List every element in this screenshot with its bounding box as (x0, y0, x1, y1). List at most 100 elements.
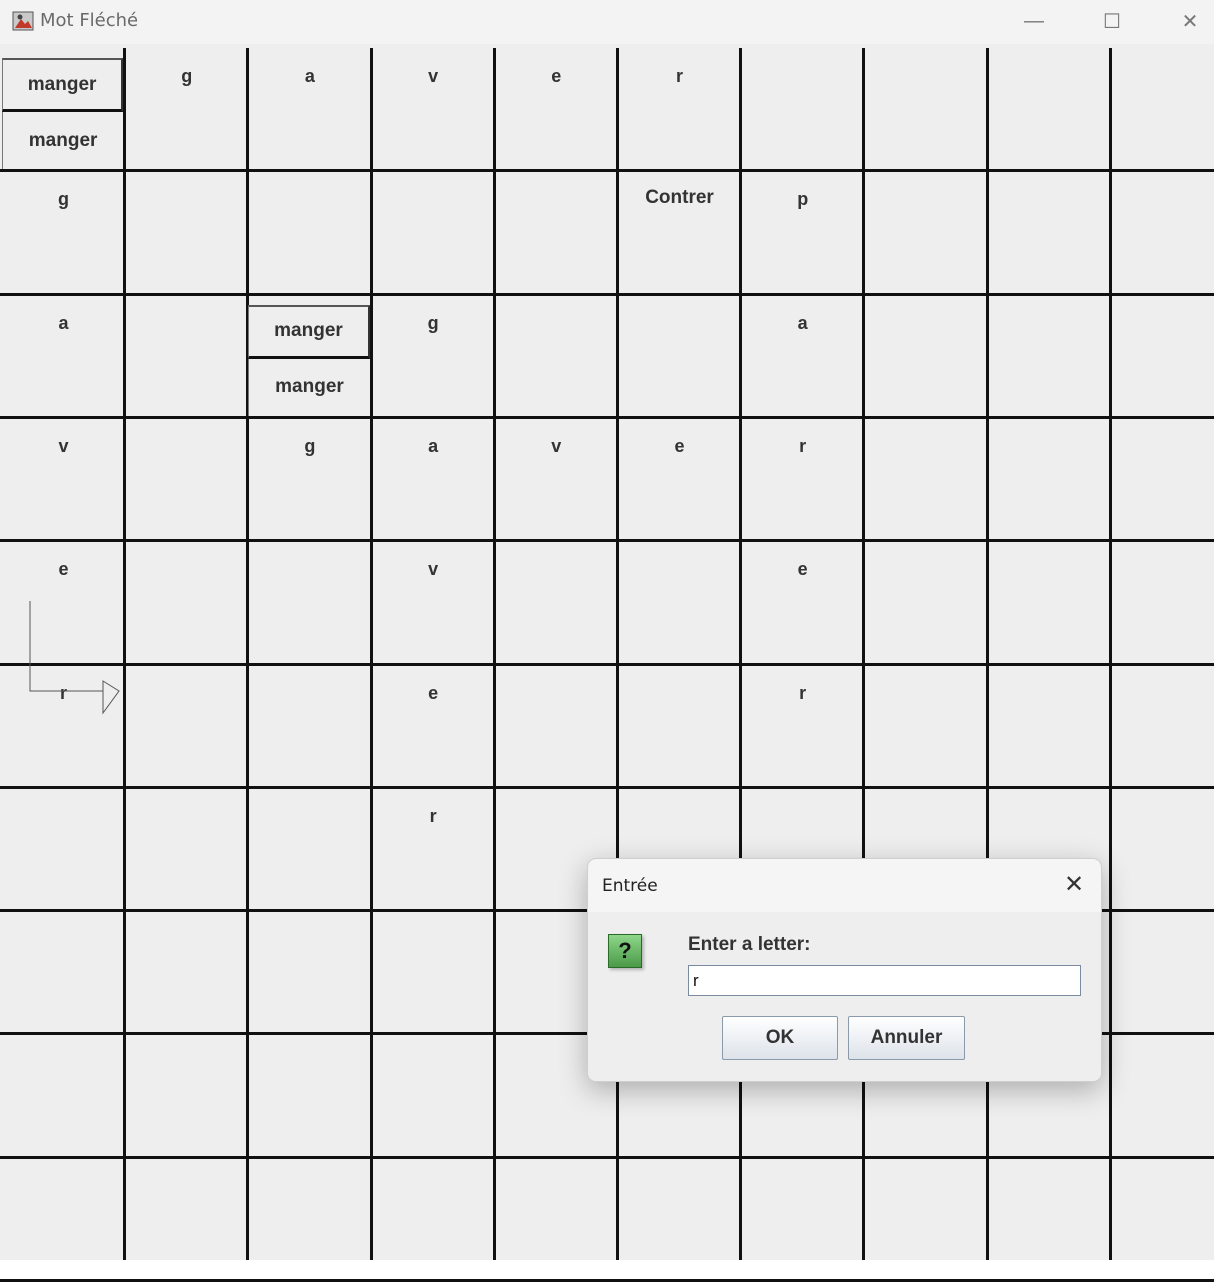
grid-cell[interactable] (248, 171, 371, 294)
grid-cell[interactable] (125, 171, 248, 294)
grid-cell[interactable] (618, 1158, 741, 1281)
grid-cell[interactable] (248, 1034, 371, 1157)
grid-cell[interactable] (248, 665, 371, 788)
dialog-close-icon[interactable]: ✕ (1059, 869, 1089, 899)
cell-letter: r (799, 682, 807, 703)
grid-cell[interactable] (864, 295, 987, 418)
grid-cell[interactable] (741, 48, 864, 171)
grid-cell[interactable] (864, 665, 987, 788)
grid-cell[interactable] (372, 1158, 495, 1281)
grid-cell[interactable] (495, 541, 618, 664)
grid-cell[interactable] (988, 541, 1111, 664)
grid-cell[interactable] (125, 911, 248, 1034)
grid-line (492, 48, 496, 1260)
grid-cell[interactable] (1111, 911, 1214, 1034)
cell-letter: g (304, 435, 316, 456)
grid-cell[interactable] (495, 171, 618, 294)
cell-letter: g (181, 66, 193, 86)
grid-cell[interactable] (125, 788, 248, 911)
grid-cell[interactable] (988, 665, 1111, 788)
dialog-title: Entrée (602, 876, 658, 896)
cell-letter: r (675, 66, 683, 86)
grid-cell[interactable] (248, 788, 371, 911)
cell-letter: e (797, 559, 808, 580)
cell-letter: v (428, 66, 439, 86)
grid-cell[interactable] (372, 911, 495, 1034)
grid-cell[interactable] (988, 48, 1111, 171)
close-icon[interactable]: ✕ (1170, 6, 1210, 36)
grid-line (0, 1155, 1214, 1159)
grid-cell[interactable] (248, 541, 371, 664)
grid-cell[interactable] (2, 788, 125, 911)
grid-cell[interactable] (1111, 1034, 1214, 1157)
grid-cell[interactable] (1111, 1158, 1214, 1281)
grid-cell[interactable] (988, 295, 1111, 418)
grid-cell[interactable] (988, 418, 1111, 541)
grid-cell[interactable] (2, 911, 125, 1034)
clue-box[interactable]: manger (2, 112, 124, 170)
grid-cell[interactable] (988, 1158, 1111, 1281)
grid-cell[interactable] (1111, 665, 1214, 788)
input-dialog: Entrée ✕ ? Enter a letter: OK Annuler (587, 858, 1102, 1082)
grid-line (246, 48, 250, 1260)
grid-cell[interactable] (1111, 541, 1214, 664)
grid-cell[interactable] (125, 418, 248, 541)
clue-box[interactable]: manger (248, 358, 370, 416)
grid-cell[interactable] (125, 295, 248, 418)
grid-cell[interactable] (864, 1158, 987, 1281)
cell-letter: e (674, 435, 685, 456)
clue-box[interactable]: manger (2, 58, 124, 112)
grid-cell[interactable] (618, 665, 741, 788)
grid-cell[interactable] (864, 541, 987, 664)
grid-cell[interactable] (1111, 418, 1214, 541)
clue-box[interactable]: manger (248, 304, 370, 359)
cancel-button[interactable]: Annuler (848, 1016, 965, 1060)
grid-cell[interactable] (2, 1034, 125, 1157)
clue-label[interactable]: Contrer (618, 187, 741, 209)
grid-cell[interactable] (1111, 171, 1214, 294)
clue-arrow-icon (29, 601, 120, 715)
grid-cell[interactable] (125, 541, 248, 664)
grid-line (0, 785, 1214, 789)
grid-cell[interactable] (125, 1158, 248, 1281)
grid-line (0, 292, 1214, 296)
grid-cell[interactable] (864, 171, 987, 294)
cell-letter: v (58, 435, 69, 456)
cell-letter: g (427, 312, 439, 333)
grid-cell[interactable] (618, 541, 741, 664)
grid-cell[interactable] (125, 665, 248, 788)
dialog-prompt: Enter a letter: (688, 934, 811, 955)
grid-cell[interactable] (864, 418, 987, 541)
minimize-icon[interactable]: — (1014, 6, 1054, 36)
window-title: Mot Fléché (40, 10, 139, 31)
letter-input[interactable] (688, 965, 1081, 996)
app-icon (12, 11, 34, 31)
grid-line (0, 169, 1214, 173)
grid-cell[interactable] (2, 1158, 125, 1281)
ok-button[interactable]: OK (722, 1016, 838, 1060)
grid-cell[interactable] (372, 171, 495, 294)
cell-letter: r (429, 805, 437, 826)
grid-cell[interactable] (372, 1034, 495, 1157)
grid-cell[interactable] (988, 171, 1111, 294)
cell-letter: g (58, 189, 69, 210)
grid-cell[interactable] (125, 1034, 248, 1157)
cell-letter: e (551, 66, 562, 86)
grid-cell[interactable] (495, 665, 618, 788)
grid-cell[interactable] (1111, 48, 1214, 171)
maximize-icon[interactable]: ☐ (1092, 6, 1132, 36)
grid-line (0, 662, 1214, 666)
grid-cell[interactable] (864, 48, 987, 171)
grid-cell[interactable] (741, 1158, 864, 1281)
grid-cell[interactable] (618, 295, 741, 418)
grid-cell[interactable] (248, 911, 371, 1034)
grid-cell[interactable] (1111, 295, 1214, 418)
grid-line (0, 415, 1214, 419)
dialog-body: ? Enter a letter: OK Annuler (588, 912, 1101, 1081)
cell-letter: a (304, 66, 315, 86)
grid-cell[interactable] (495, 1158, 618, 1281)
grid-cell[interactable] (495, 295, 618, 418)
cell-letter: a (797, 312, 808, 333)
grid-cell[interactable] (1111, 788, 1214, 911)
grid-cell[interactable] (248, 1158, 371, 1281)
